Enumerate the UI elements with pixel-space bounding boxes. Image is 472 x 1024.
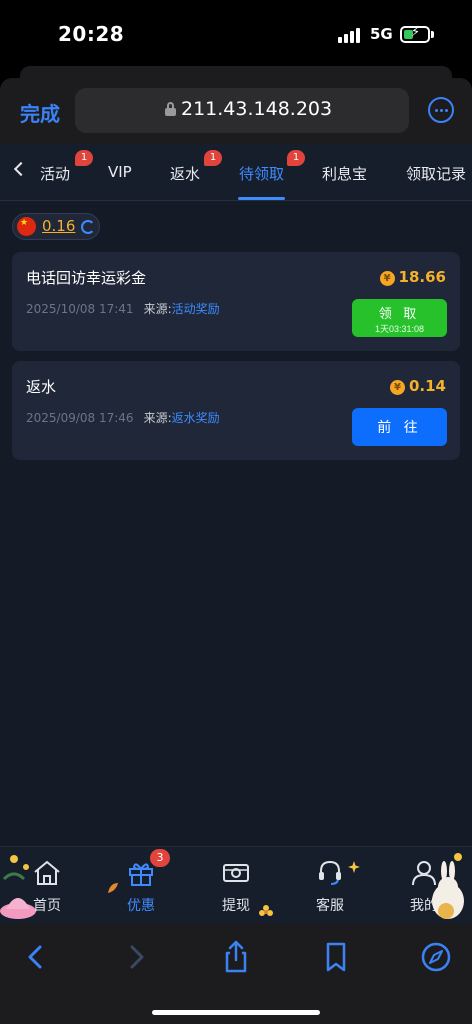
refresh-icon[interactable] — [81, 220, 95, 234]
tab-claim-history[interactable]: 领取记录 — [406, 163, 466, 184]
forward-icon[interactable] — [118, 939, 154, 975]
back-icon[interactable] — [18, 939, 54, 975]
claim-countdown: 1天03:31:08 — [374, 324, 425, 334]
china-flag-icon — [17, 217, 36, 236]
tab-interest[interactable]: 利息宝 — [322, 163, 367, 184]
more-options-icon[interactable] — [428, 97, 454, 123]
reward-source: 活动奖励 — [171, 302, 220, 316]
balance-pill: 0.16 — [12, 213, 100, 240]
star-decoration-icon — [348, 861, 360, 873]
active-tab-indicator — [238, 197, 285, 200]
back-chevron-icon[interactable] — [13, 161, 29, 177]
tab-pending[interactable]: 待领取 — [239, 163, 284, 184]
reward-card: 电话回访幸运彩金 ¥18.66 2025/10/08 17:41 来源:活动奖励 … — [12, 252, 460, 351]
leaf-decoration-icon — [108, 883, 118, 893]
home-indicator — [152, 1010, 320, 1015]
coin-icon: ¥ — [379, 271, 395, 286]
source-label: 来源: — [143, 411, 172, 425]
source-label: 来源: — [143, 302, 172, 316]
coin-icon: ¥ — [389, 380, 405, 395]
flower-decoration-icon — [259, 905, 273, 916]
home-icon — [34, 860, 60, 885]
tab-vip[interactable]: VIP — [108, 163, 132, 181]
reward-title: 返水 — [26, 378, 57, 396]
tab-badge: 1 — [204, 150, 222, 166]
tab-rebate[interactable]: 返水 — [170, 163, 200, 184]
tab-badge: 1 — [75, 150, 93, 166]
nav-label: 优惠 — [127, 898, 155, 914]
battery-icon: ⚡ — [400, 25, 430, 43]
reward-amount: ¥0.14 — [389, 377, 446, 395]
tab-activities[interactable]: 活动 — [34, 163, 70, 184]
status-bar: 20:28 5G ⚡ — [0, 0, 472, 66]
claim-button-label: 领 取 — [378, 306, 421, 321]
balance-amount: 0.16 — [42, 217, 76, 235]
compass-icon[interactable] — [418, 939, 454, 975]
reward-time: 2025/09/08 17:46 — [26, 411, 134, 425]
tab-badge: 1 — [287, 150, 305, 166]
reward-card: 返水 ¥0.14 2025/09/08 17:46 来源:返水奖励 前 往 — [12, 361, 460, 460]
browser-header: 完成 211.43.148.203 — [0, 78, 472, 144]
battery-nub — [431, 31, 434, 38]
reward-title: 电话回访幸运彩金 — [26, 269, 147, 287]
nav-label: 客服 — [316, 898, 344, 914]
reward-meta: 2025/09/08 17:46 来源:返水奖励 — [26, 409, 220, 426]
url-text: 211.43.148.203 — [181, 98, 333, 120]
nav-home[interactable]: 首页 — [15, 859, 79, 919]
done-button[interactable]: 完成 — [20, 98, 60, 127]
headset-icon — [319, 860, 341, 885]
goto-button[interactable]: 前 往 — [352, 408, 447, 446]
status-time: 20:28 — [58, 22, 125, 46]
lock-icon — [165, 102, 176, 116]
reward-meta: 2025/10/08 17:41 来源:活动奖励 — [26, 300, 220, 317]
promotions-page: 活动 1 VIP 返水 1 待领取 1 利息宝 领取记录 0.16 电话回访幸运… — [0, 144, 472, 924]
browser-toolbar — [0, 924, 472, 1024]
bottom-nav: 首页 优惠 3 提现 客服 我的 — [0, 846, 472, 924]
withdraw-icon — [223, 864, 249, 882]
cellular-signal-icon — [338, 27, 362, 43]
tab-bar: 活动 1 VIP 返水 1 待领取 1 利息宝 领取记录 — [0, 144, 472, 201]
nav-badge: 3 — [150, 849, 170, 867]
nav-label: 首页 — [33, 898, 61, 914]
bookmarks-icon[interactable] — [318, 939, 354, 975]
rabbit-decoration-icon — [432, 853, 464, 919]
claim-button[interactable]: 领 取 1天03:31:08 — [352, 299, 447, 337]
address-bar[interactable]: 211.43.148.203 — [75, 88, 409, 133]
reward-amount: ¥18.66 — [379, 268, 446, 286]
share-icon[interactable] — [218, 939, 254, 975]
network-type: 5G — [370, 25, 393, 43]
reward-source: 返水奖励 — [171, 411, 220, 425]
reward-time: 2025/10/08 17:41 — [26, 302, 134, 316]
